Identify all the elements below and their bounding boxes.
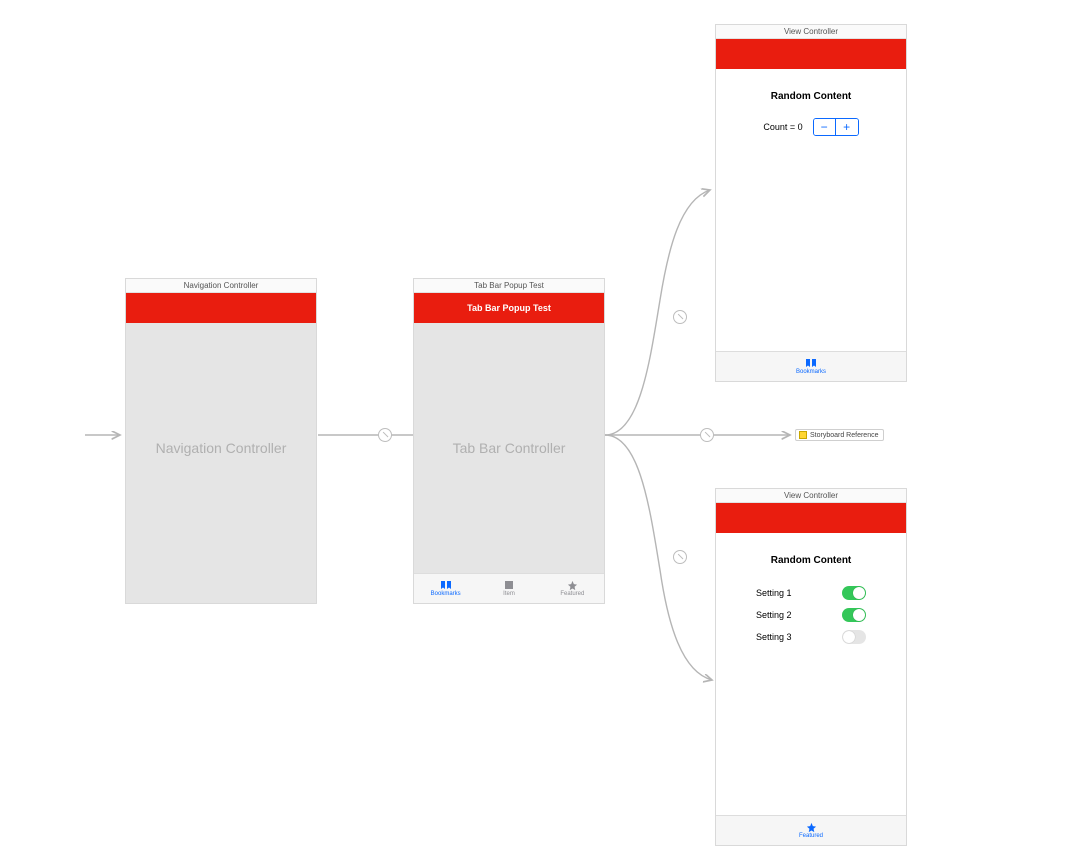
content-heading: Random Content <box>771 91 852 102</box>
tab-label: Featured <box>560 591 584 597</box>
scene-view-controller-2[interactable]: View Controller Random Content Setting 1… <box>715 488 907 846</box>
switch-setting-2[interactable] <box>842 608 866 622</box>
scene-navigation-controller[interactable]: Navigation Controller Navigation Control… <box>125 278 317 604</box>
star-icon <box>566 580 578 590</box>
content-heading: Random Content <box>771 555 852 566</box>
nav-bar <box>716 503 906 533</box>
setting-row-3: Setting 3 <box>756 626 866 648</box>
count-label: Count = 0 <box>763 122 802 132</box>
scene-tab-bar-controller[interactable]: Tab Bar Popup Test Tab Bar Popup Test Ta… <box>413 278 605 604</box>
tab-item-featured[interactable]: Featured <box>541 574 604 603</box>
tab-item-featured[interactable]: Featured <box>716 816 906 845</box>
setting-label: Setting 2 <box>756 610 792 620</box>
segue-badge[interactable] <box>378 428 392 442</box>
tab-bar: Featured <box>716 815 906 845</box>
segue-badge[interactable] <box>673 310 687 324</box>
stepper-minus-button[interactable]: − <box>814 119 836 135</box>
tab-label: Bookmarks <box>796 369 826 375</box>
setting-row-2: Setting 2 <box>756 604 866 626</box>
storyboard-icon <box>799 431 807 439</box>
scene-title: View Controller <box>716 25 906 39</box>
nav-bar <box>716 39 906 69</box>
segue-badge[interactable] <box>673 550 687 564</box>
scene-title: View Controller <box>716 489 906 503</box>
star-icon <box>805 822 817 832</box>
count-row: Count = 0 − + <box>763 118 858 136</box>
scene-title: Tab Bar Popup Test <box>414 279 604 293</box>
setting-label: Setting 3 <box>756 632 792 642</box>
switch-setting-3[interactable] <box>842 630 866 644</box>
scene-view-controller-1[interactable]: View Controller Random Content Count = 0… <box>715 24 907 382</box>
switch-setting-1[interactable] <box>842 586 866 600</box>
setting-label: Setting 1 <box>756 588 792 598</box>
tab-item-bookmarks[interactable]: Bookmarks <box>716 352 906 381</box>
tab-item-item[interactable]: Item <box>477 574 540 603</box>
tab-label: Item <box>503 591 515 597</box>
nav-bar: Tab Bar Popup Test <box>414 293 604 323</box>
tab-bar: Bookmarks <box>716 351 906 381</box>
storyboard-reference-label: Storyboard Reference <box>810 432 878 439</box>
tab-item-bookmarks[interactable]: Bookmarks <box>414 574 477 603</box>
segue-badge[interactable] <box>700 428 714 442</box>
tab-label: Bookmarks <box>431 591 461 597</box>
bookmarks-icon <box>440 580 452 590</box>
stepper[interactable]: − + <box>813 118 859 136</box>
scene-title: Navigation Controller <box>126 279 316 293</box>
square-icon <box>503 580 515 590</box>
nav-bar <box>126 293 316 323</box>
stepper-plus-button[interactable]: + <box>836 119 858 135</box>
nav-title: Tab Bar Popup Test <box>467 303 551 313</box>
tab-bar: Bookmarks Item Featured <box>414 573 604 603</box>
placeholder-label: Navigation Controller <box>156 440 287 456</box>
placeholder-label: Tab Bar Controller <box>453 440 566 456</box>
storyboard-reference[interactable]: Storyboard Reference <box>795 429 884 441</box>
tab-label: Featured <box>799 833 823 839</box>
bookmarks-icon <box>805 358 817 368</box>
storyboard-canvas[interactable]: Navigation Controller Navigation Control… <box>0 0 1091 862</box>
setting-row-1: Setting 1 <box>756 582 866 604</box>
